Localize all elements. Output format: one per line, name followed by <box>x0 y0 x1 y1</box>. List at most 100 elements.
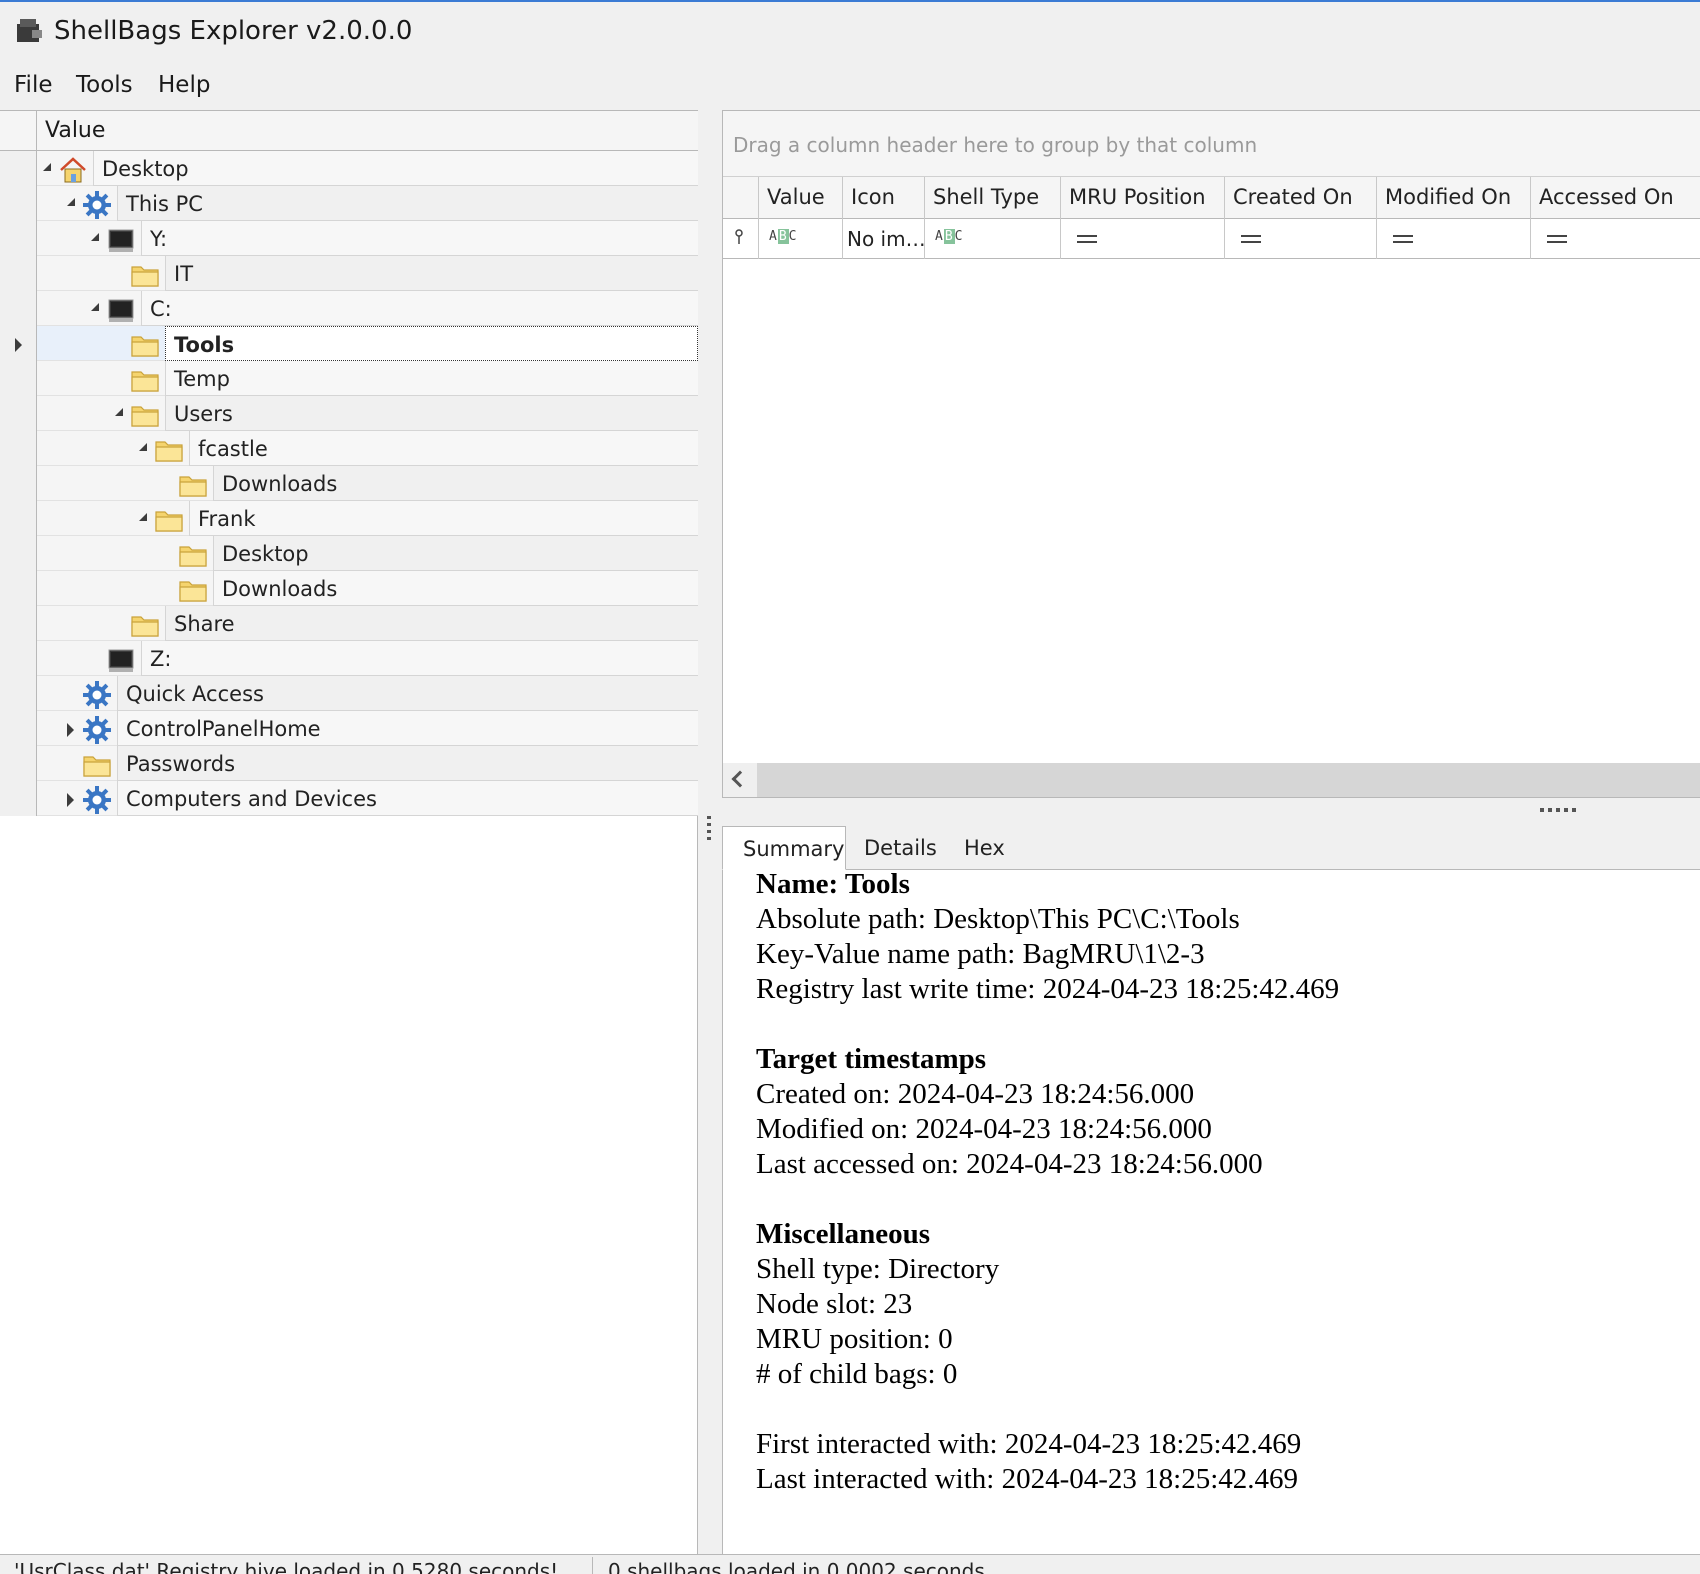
row-indicator[interactable] <box>0 571 37 606</box>
tree-node-z[interactable]: Z: <box>0 641 698 676</box>
tree-node-y[interactable]: Y: <box>0 221 698 256</box>
splitter-grip[interactable] <box>707 816 711 842</box>
row-indicator[interactable] <box>0 326 37 361</box>
filter-modified-cell[interactable] <box>1377 219 1531 259</box>
grid-header-mru-position[interactable]: MRU Position <box>1061 177 1225 219</box>
collapse-triangle-icon[interactable] <box>139 443 147 451</box>
row-indicator[interactable] <box>0 781 37 816</box>
filter-shell-type-cell[interactable]: ABC <box>925 219 1061 259</box>
summary-line: Key-Value name path: BagMRU\1\2-3 <box>756 938 1205 970</box>
collapse-triangle-icon[interactable] <box>91 233 99 241</box>
summary-line: Last accessed on: 2024-04-23 18:24:56.00… <box>756 1148 1263 1180</box>
row-indicator[interactable] <box>0 396 37 431</box>
tree-node-downloads[interactable]: Downloads <box>0 571 698 606</box>
tree-node-label: Quick Access <box>126 682 264 706</box>
row-indicator[interactable] <box>0 361 37 396</box>
expand-triangle-icon[interactable] <box>67 793 74 807</box>
row-indicator[interactable] <box>0 186 37 221</box>
tree-node-tools[interactable]: Tools <box>0 326 698 361</box>
row-indicator[interactable] <box>0 501 37 536</box>
filter-icon-cell[interactable]: No im… <box>843 219 926 259</box>
collapse-triangle-icon[interactable] <box>67 198 75 206</box>
grid-header-created-on[interactable]: Created On <box>1225 177 1377 219</box>
row-indicator[interactable] <box>0 746 37 781</box>
tree-node-label-cell[interactable]: Tools <box>165 326 698 361</box>
tree-node-label-cell[interactable]: Frank <box>189 501 698 536</box>
collapse-triangle-icon[interactable] <box>139 513 147 521</box>
tree-node-label-cell[interactable]: Quick Access <box>117 676 698 711</box>
tree-node-controlpanelhome[interactable]: ControlPanelHome <box>0 711 698 746</box>
row-indicator[interactable] <box>0 536 37 571</box>
tree-node-downloads[interactable]: Downloads <box>0 466 698 501</box>
grid-header-accessed-on[interactable]: Accessed On <box>1531 177 1700 219</box>
row-indicator[interactable] <box>0 431 37 466</box>
tree-node-this-pc[interactable]: This PC <box>0 186 698 221</box>
gear-icon <box>81 189 113 221</box>
tree-node-it[interactable]: IT <box>0 256 698 291</box>
row-indicator[interactable] <box>0 151 37 186</box>
tree-node-passwords[interactable]: Passwords <box>0 746 698 781</box>
filter-value-cell[interactable]: ABC <box>759 219 843 259</box>
tab-summary[interactable]: Summary <box>722 826 846 870</box>
tree-node-label-cell[interactable]: Computers and Devices <box>117 781 698 816</box>
expand-triangle-icon[interactable] <box>67 723 74 737</box>
tree-header-value[interactable]: Value <box>45 118 105 143</box>
filter-accessed-cell[interactable] <box>1531 219 1700 259</box>
tree-node-label-cell[interactable]: fcastle <box>189 431 698 466</box>
vertical-splitter[interactable] <box>698 110 722 1554</box>
filter-created-cell[interactable] <box>1225 219 1377 259</box>
collapse-triangle-icon[interactable] <box>115 408 123 416</box>
row-indicator[interactable] <box>0 256 37 291</box>
row-indicator[interactable] <box>0 606 37 641</box>
menu-file[interactable]: File <box>14 72 53 98</box>
horizontal-scrollbar[interactable] <box>723 763 1700 797</box>
tree-node-label-cell[interactable]: ControlPanelHome <box>117 711 698 746</box>
tree-node-quick-access[interactable]: Quick Access <box>0 676 698 711</box>
row-indicator[interactable] <box>0 221 37 256</box>
tree-node-label-cell[interactable]: Temp <box>165 361 698 396</box>
tree-node-label-cell[interactable]: Downloads <box>213 466 698 501</box>
tree-node-label-cell[interactable]: Y: <box>141 221 698 256</box>
tree-node-label-cell[interactable]: This PC <box>117 186 698 221</box>
row-indicator[interactable] <box>0 291 37 326</box>
row-indicator[interactable] <box>0 641 37 676</box>
tree-node-label-cell[interactable]: Z: <box>141 641 698 676</box>
tree-node-share[interactable]: Share <box>0 606 698 641</box>
filter-mru-cell[interactable] <box>1061 219 1225 259</box>
folder-icon <box>129 329 161 361</box>
tree-node-label-cell[interactable]: Passwords <box>117 746 698 781</box>
row-indicator[interactable] <box>0 676 37 711</box>
tree-node-label-cell[interactable]: C: <box>141 291 698 326</box>
filter-pin-cell[interactable] <box>723 219 759 259</box>
tree-node-label-cell[interactable]: Desktop <box>93 151 698 186</box>
row-indicator[interactable] <box>0 466 37 501</box>
tab-details[interactable]: Details <box>846 826 946 870</box>
tree-node-fcastle[interactable]: fcastle <box>0 431 698 466</box>
grid-header-value[interactable]: Value <box>759 177 843 219</box>
folder-icon <box>129 364 161 396</box>
tree-node-label-cell[interactable]: IT <box>165 256 698 291</box>
collapse-triangle-icon[interactable] <box>43 163 51 171</box>
tree-node-computers-and-devices[interactable]: Computers and Devices <box>0 781 698 816</box>
tree-node-label-cell[interactable]: Desktop <box>213 536 698 571</box>
scroll-left-button[interactable] <box>723 763 757 797</box>
tree-node-label-cell[interactable]: Downloads <box>213 571 698 606</box>
tree-node-desktop[interactable]: Desktop <box>0 536 698 571</box>
tree-node-users[interactable]: Users <box>0 396 698 431</box>
tab-hex[interactable]: Hex <box>946 826 1026 870</box>
grid-header-modified-on[interactable]: Modified On <box>1377 177 1531 219</box>
tree-node-frank[interactable]: Frank <box>0 501 698 536</box>
tree-node-label-cell[interactable]: Share <box>165 606 698 641</box>
tree-node-c[interactable]: C: <box>0 291 698 326</box>
row-indicator[interactable] <box>0 711 37 746</box>
tree-node-label-cell[interactable]: Users <box>165 396 698 431</box>
menu-tools[interactable]: Tools <box>76 72 133 98</box>
tree-node-desktop[interactable]: Desktop <box>0 151 698 186</box>
grid-header-shell-type[interactable]: Shell Type <box>925 177 1061 219</box>
collapse-triangle-icon[interactable] <box>91 303 99 311</box>
group-by-bar[interactable]: Drag a column header here to group by th… <box>723 111 1700 177</box>
splitter-grip[interactable] <box>1540 808 1580 812</box>
menu-help[interactable]: Help <box>158 72 210 98</box>
tree-node-temp[interactable]: Temp <box>0 361 698 396</box>
grid-header-icon[interactable]: Icon <box>843 177 925 219</box>
